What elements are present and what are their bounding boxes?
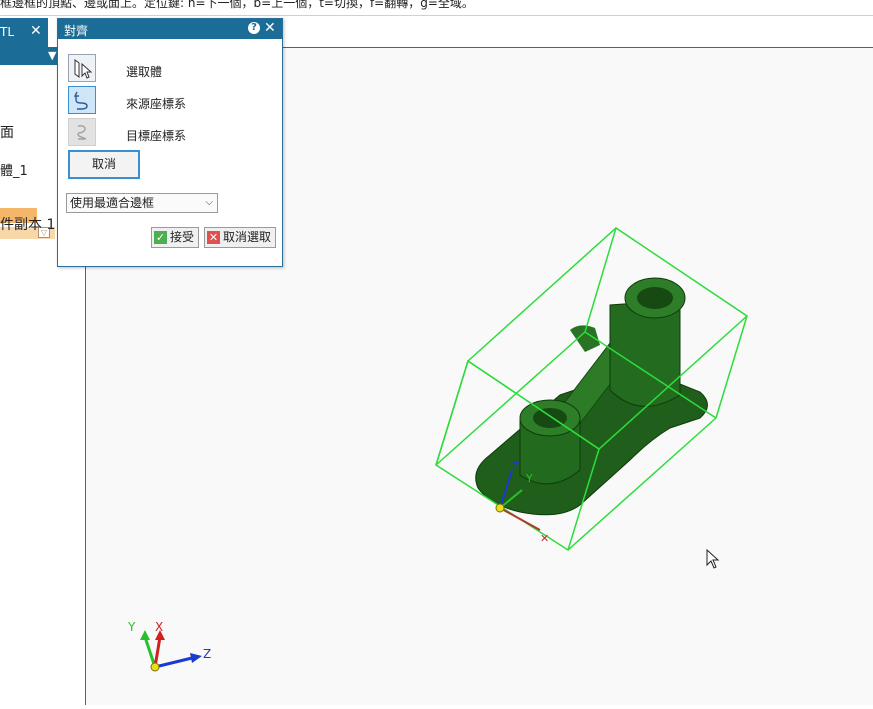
close-icon[interactable]: ✕ bbox=[30, 23, 42, 39]
bounding-box-select[interactable]: 使用最適合邊框 ⌵ bbox=[66, 193, 218, 213]
source-cs-button[interactable] bbox=[68, 86, 96, 114]
select-body-icon bbox=[74, 59, 93, 79]
target-cs-button[interactable] bbox=[68, 118, 96, 146]
help-icon[interactable]: ? bbox=[248, 22, 260, 34]
deselect-button[interactable]: ✕ 取消選取 bbox=[204, 227, 276, 248]
axis-y-label: Y bbox=[128, 620, 136, 634]
select-body-button[interactable] bbox=[68, 54, 96, 82]
svg-text:Z: Z bbox=[512, 460, 520, 473]
tree-item-face[interactable]: 面 bbox=[0, 122, 14, 142]
align-dialog: 對齊 ? ✕ 選取體 來源座標系 目標座標系 取消 使用最適合邊框 ⌵ ✓ 接受… bbox=[57, 18, 283, 267]
step-label-source-cs: 來源座標系 bbox=[126, 97, 187, 111]
target-coordinate-system-icon bbox=[77, 125, 87, 140]
status-hint: 框邊框的頂點、邊或面上。定位鍵: n=下一個，b=上一個，t=切換，f=翻轉，g… bbox=[0, 0, 474, 10]
chevron-down-icon[interactable]: ▼ bbox=[48, 49, 56, 62]
tab-label: TL bbox=[0, 25, 15, 39]
accept-label: 接受 bbox=[170, 230, 195, 244]
world-triad bbox=[140, 630, 202, 672]
bounding-box-select-value: 使用最適合邊框 bbox=[70, 196, 155, 210]
mouse-cursor-icon bbox=[706, 549, 720, 569]
svg-text:Y: Y bbox=[525, 472, 533, 485]
svg-text:✕: ✕ bbox=[540, 532, 549, 545]
source-coordinate-system-icon bbox=[73, 91, 88, 110]
cancel-button[interactable]: 取消 bbox=[68, 150, 140, 179]
3d-model: Z Y ✕ bbox=[140, 227, 749, 672]
deselect-label: 取消選取 bbox=[223, 230, 272, 244]
step-label-target-cs: 目標座標系 bbox=[126, 129, 187, 143]
cancel-x-icon: ✕ bbox=[207, 231, 220, 244]
axis-x-label: X bbox=[155, 620, 164, 634]
accept-button[interactable]: ✓ 接受 bbox=[151, 227, 199, 248]
chevron-down-icon: ⌵ bbox=[205, 197, 213, 208]
step-label-select-body: 選取體 bbox=[126, 65, 163, 79]
checkmark-icon: ✓ bbox=[154, 231, 167, 244]
status-bar: 框邊框的頂點、邊或面上。定位鍵: n=下一個，b=上一個，t=切換，f=翻轉，g… bbox=[0, 0, 873, 16]
close-icon[interactable]: ✕ bbox=[264, 20, 276, 36]
axis-z-label: Z bbox=[203, 647, 212, 661]
dialog-title-bar[interactable]: 對齊 ? ✕ bbox=[58, 19, 282, 39]
tree-item-copy[interactable]: 件副本 1 bbox=[0, 214, 55, 234]
tab-document[interactable]: TL ✕ bbox=[0, 18, 48, 47]
tree-item-body[interactable]: 體_1 bbox=[0, 160, 28, 179]
dialog-title: 對齊 bbox=[64, 24, 89, 38]
